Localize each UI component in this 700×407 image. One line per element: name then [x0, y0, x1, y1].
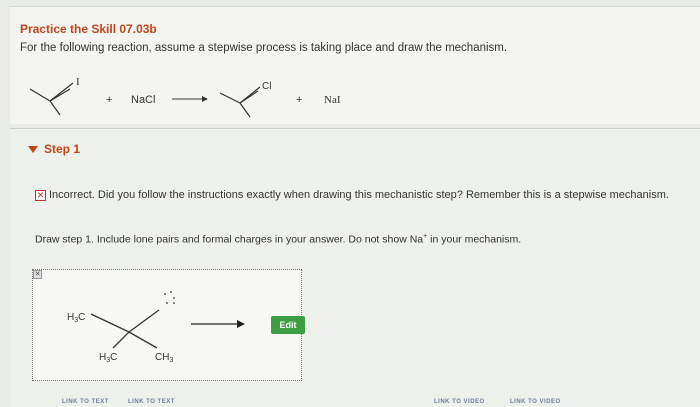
link-to-text-2[interactable]: LINK TO TEXT	[128, 399, 175, 405]
incorrect-x-icon: ✕	[35, 189, 46, 201]
step-toggle[interactable]: Step 1	[28, 142, 80, 156]
byproduct-nai: NaI	[324, 94, 341, 106]
edit-button[interactable]: Edit	[271, 316, 305, 334]
feedback-text: Incorrect. Did you follow the instructio…	[49, 189, 669, 201]
collapse-triangle-icon	[28, 145, 38, 153]
question-instruction: For the following reaction, assume a ste…	[20, 42, 508, 54]
reactant-iodine-label: I	[76, 76, 80, 88]
link-to-video-1[interactable]: LINK TO VIDEO	[434, 399, 485, 405]
step-panel: Step 1 ✕ Incorrect. Did you follow the i…	[10, 128, 700, 407]
ch3-label: CH3	[155, 352, 173, 364]
drawing-canvas[interactable]: ✕ H3C H3C CH3 Edit	[32, 269, 305, 381]
product-structure	[219, 86, 261, 118]
feedback-message: ✕ Incorrect. Did you follow the instruct…	[35, 189, 669, 201]
link-to-video-2[interactable]: LINK TO VIDEO	[510, 399, 561, 405]
question-panel: Practice the Skill 07.03b For the follow…	[10, 6, 700, 124]
draw-instruction: Draw step 1. Include lone pairs and form…	[35, 233, 522, 246]
question-title: Practice the Skill 07.03b	[20, 22, 157, 36]
plus-sign-1: +	[106, 94, 112, 106]
step-label: Step 1	[44, 142, 81, 156]
reaction-equation: I + NaCl Cl + NaI	[29, 76, 341, 118]
h3c-bottom-label: H3C	[99, 352, 117, 364]
lone-pair-dots	[164, 291, 175, 304]
plus-sign-2: +	[296, 94, 302, 106]
mechanism-structure: H3C H3C CH3	[67, 291, 245, 364]
mechanism-arrow	[191, 320, 245, 328]
h3c-left-label: H3C	[67, 312, 85, 324]
product-chlorine-label: Cl	[262, 81, 271, 92]
reagent-nacl: NaCl	[131, 94, 155, 106]
link-to-text-1[interactable]: LINK TO TEXT	[62, 399, 109, 405]
reactant-structure	[29, 82, 74, 116]
reaction-arrow	[172, 96, 208, 102]
